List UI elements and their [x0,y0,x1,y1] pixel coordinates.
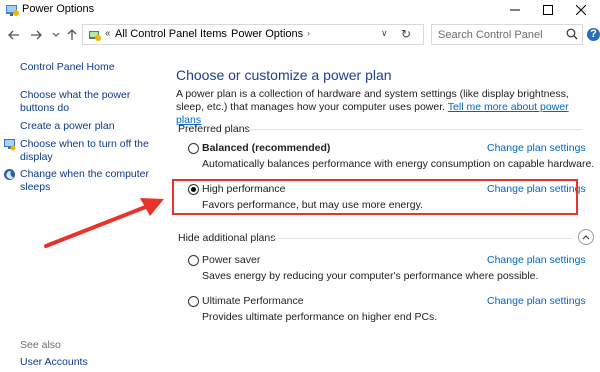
chevron-down-icon [52,32,60,37]
plan-name[interactable]: Power saver [202,254,260,266]
maximize-button[interactable] [531,0,565,20]
chevron-up-icon [582,235,590,240]
computer-sleeps-link[interactable]: Change when the computer sleeps [20,168,152,194]
close-icon [576,5,586,15]
power-options-icon [6,5,19,16]
address-bar[interactable]: « All Control Panel Items › Power Option… [82,24,424,45]
see-also-heading: See also [20,339,61,351]
plan-description: Automatically balances performance with … [202,158,595,170]
control-panel-home-link[interactable]: Control Panel Home [20,61,115,74]
plan-description: Saves energy by reducing your computer's… [202,270,539,282]
change-plan-settings-link[interactable]: Change plan settings [487,295,586,307]
change-plan-settings-link[interactable]: Change plan settings [487,142,586,154]
power-buttons-link[interactable]: Choose what the power buttons do [20,89,138,115]
breadcrumb-separator-icon[interactable]: › [219,28,222,38]
user-accounts-link[interactable]: User Accounts [20,356,88,369]
breadcrumb-overflow-icon[interactable]: « [105,28,111,39]
display-icon [4,139,16,151]
forward-button[interactable] [27,26,45,44]
search-icon[interactable] [566,28,578,40]
arrow-left-icon [8,30,19,40]
maximize-icon [543,5,553,15]
arrow-up-icon [67,29,77,40]
page-description: A power plan is a collection of hardware… [176,88,586,127]
page-title: Choose or customize a power plan [176,67,392,83]
breadcrumb-all-control-panel-items[interactable]: All Control Panel Items [115,28,227,40]
preferred-plans-heading: Preferred plans [178,123,250,135]
minimize-icon [510,9,520,11]
refresh-icon[interactable]: ↻ [401,27,411,41]
create-power-plan-link[interactable]: Create a power plan [20,120,115,133]
turn-off-display-link[interactable]: Choose when to turn off the display [20,138,152,164]
annotation-highlight-box [172,179,578,215]
plan-description: Provides ultimate performance on higher … [202,311,438,323]
plan-name[interactable]: Ultimate Performance [202,295,304,307]
control-panel-icon [89,31,101,41]
divider [248,129,582,130]
search-input[interactable] [438,27,558,42]
plan-radio-power-saver[interactable] [188,255,199,266]
collapse-additional-plans-button[interactable] [578,229,594,245]
search-box[interactable] [431,24,583,45]
sleep-icon [4,169,15,180]
task-pane: Control Panel Home Choose what the power… [0,52,160,372]
help-icon[interactable]: ? [587,28,600,41]
breadcrumb-separator-icon[interactable]: › [307,28,310,38]
divider [272,238,572,239]
arrow-right-icon [31,30,42,40]
close-button[interactable] [564,0,598,20]
breadcrumb-power-options[interactable]: Power Options [231,28,303,40]
address-dropdown-icon[interactable]: ∨ [381,28,388,39]
back-button[interactable] [5,26,23,44]
window-title: Power Options [22,3,95,15]
hide-additional-plans-heading: Hide additional plans [178,232,276,244]
plan-name[interactable]: Balanced (recommended) [202,142,330,154]
up-button[interactable] [63,26,81,44]
plan-radio-ultimate-performance[interactable] [188,296,199,307]
minimize-button[interactable] [498,0,532,20]
change-plan-settings-link[interactable]: Change plan settings [487,254,586,266]
title-bar: Power Options [0,0,600,20]
plan-radio-balanced[interactable] [188,143,199,154]
